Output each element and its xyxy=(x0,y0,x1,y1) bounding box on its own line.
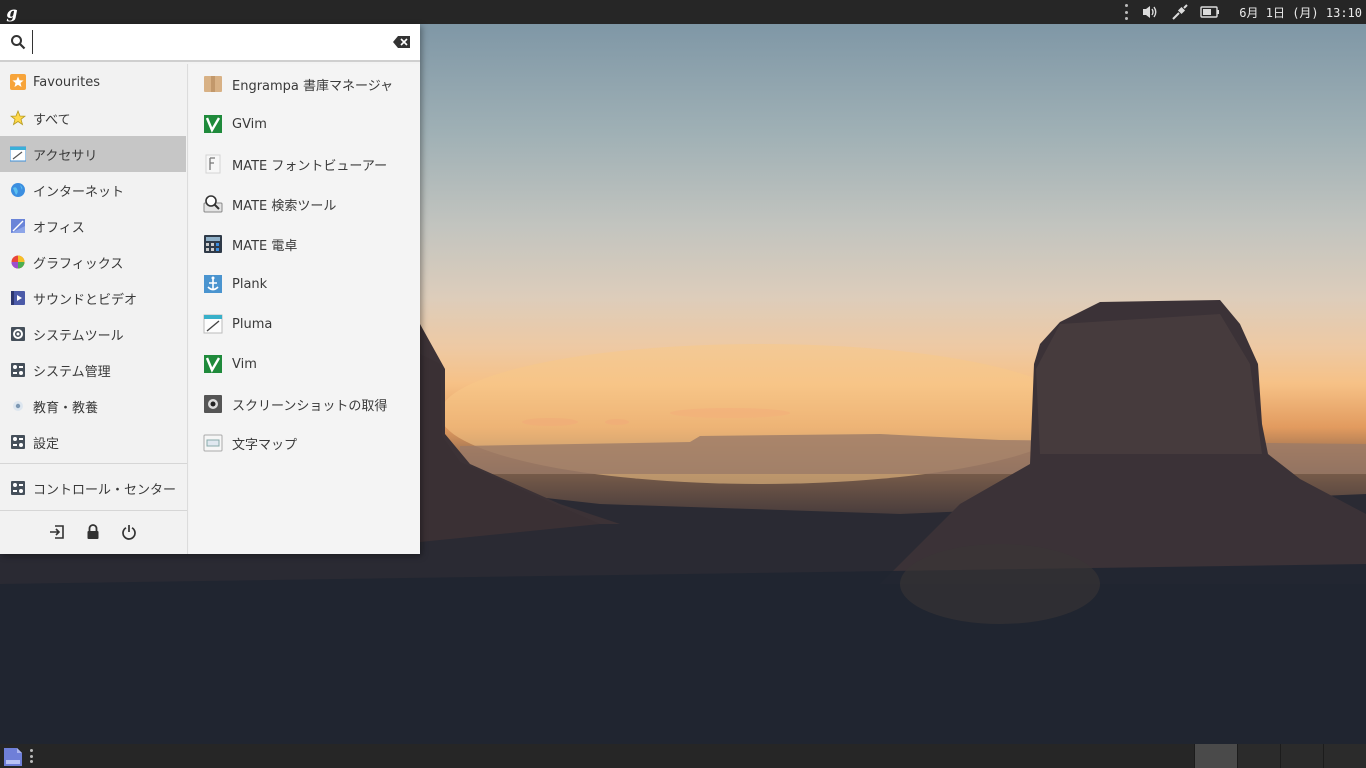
shutdown-button[interactable] xyxy=(119,522,139,542)
app-plank[interactable]: Plank xyxy=(189,264,420,304)
globe-icon xyxy=(11,183,25,197)
app-engrampa[interactable]: Engrampa 書庫マネージャ xyxy=(189,64,420,104)
category-system-tools[interactable]: システムツール xyxy=(0,316,186,352)
application-menu: Favourites すべて アクセサリ インターネット オフィス グラフィック… xyxy=(0,24,420,554)
workspace-2[interactable] xyxy=(1237,744,1280,768)
panel-drag-handle[interactable] xyxy=(1123,4,1129,20)
star-outline-icon xyxy=(10,110,26,126)
system-admin-icon xyxy=(11,363,25,377)
clear-search-icon[interactable] xyxy=(392,34,412,50)
category-internet[interactable]: インターネット xyxy=(0,172,186,208)
category-label: アクセサリ xyxy=(33,148,98,164)
workspace-1[interactable] xyxy=(1194,744,1237,768)
bottom-panel xyxy=(0,744,1366,768)
font-viewer-icon xyxy=(205,154,221,174)
app-font-viewer[interactable]: MATE フォントビューアー xyxy=(189,144,420,184)
category-label: Favourites xyxy=(33,74,100,90)
category-label: グラフィックス xyxy=(33,256,124,272)
show-desktop-icon[interactable] xyxy=(3,747,23,767)
pluma-icon xyxy=(203,314,223,334)
category-graphics[interactable]: グラフィックス xyxy=(0,244,186,280)
battery-icon[interactable] xyxy=(1199,0,1221,24)
category-accessories[interactable]: アクセサリ xyxy=(0,136,186,172)
category-favourites[interactable]: Favourites xyxy=(0,64,186,100)
category-education[interactable]: 教育・教養 xyxy=(0,388,186,424)
category-label: システムツール xyxy=(33,328,124,344)
graphics-icon xyxy=(11,255,25,269)
category-list: Favourites すべて アクセサリ インターネット オフィス グラフィック… xyxy=(0,64,188,554)
panel-clock[interactable]: 6月 1日 (月) 13:10 xyxy=(1239,4,1362,21)
main-menu-button[interactable]: g xyxy=(0,0,24,24)
multimedia-icon xyxy=(11,291,25,305)
system-tray: 6月 1日 (月) 13:10 xyxy=(1123,0,1366,24)
app-label: Vim xyxy=(232,356,257,372)
app-label: スクリーンショットの取得 xyxy=(232,398,388,414)
gvim-icon xyxy=(204,115,222,133)
education-icon xyxy=(13,401,23,411)
category-divider xyxy=(0,463,187,464)
category-multimedia[interactable]: サウンドとビデオ xyxy=(0,280,186,316)
app-gvim[interactable]: GVim xyxy=(189,104,420,144)
logout-button[interactable] xyxy=(47,522,67,542)
app-label: Pluma xyxy=(232,316,273,332)
control-center-item[interactable]: コントロール・センター xyxy=(0,470,186,506)
top-panel: g 6月 1日 (月) 13:10 xyxy=(0,0,1366,24)
settings-icon xyxy=(11,435,25,449)
lock-screen-button[interactable] xyxy=(83,522,103,542)
network-icon[interactable] xyxy=(1169,0,1191,24)
category-all[interactable]: すべて xyxy=(0,100,186,136)
app-character-map[interactable]: 文字マップ xyxy=(189,423,420,463)
control-center-icon xyxy=(11,481,25,495)
search-icon xyxy=(11,35,26,50)
search-input[interactable] xyxy=(32,30,392,54)
app-label: GVim xyxy=(232,116,267,132)
panel-drag-handle[interactable] xyxy=(30,749,34,763)
app-label: MATE 電卓 xyxy=(232,238,298,254)
screenshot-icon xyxy=(204,395,222,413)
star-orange-icon xyxy=(10,74,26,90)
office-icon xyxy=(11,219,25,233)
category-settings[interactable]: 設定 xyxy=(0,424,186,460)
app-label: Engrampa 書庫マネージャ xyxy=(232,78,394,94)
power-icon xyxy=(122,525,136,540)
category-label: インターネット xyxy=(33,184,125,200)
app-label: MATE 検索ツール xyxy=(232,198,337,214)
vim-icon xyxy=(204,355,222,373)
category-label: 設定 xyxy=(33,436,60,452)
archive-manager-icon xyxy=(204,76,222,92)
session-divider xyxy=(0,510,187,511)
application-list: Engrampa 書庫マネージャ GVim MATE フォントビューアー MAT… xyxy=(189,64,420,554)
app-label: MATE フォントビューアー xyxy=(232,158,388,174)
logout-icon xyxy=(50,525,64,539)
lock-icon xyxy=(87,524,99,539)
category-label: オフィス xyxy=(33,220,85,236)
accessories-icon xyxy=(10,146,26,162)
category-system-admin[interactable]: システム管理 xyxy=(0,352,186,388)
app-pluma[interactable]: Pluma xyxy=(189,304,420,344)
category-label: サウンドとビデオ xyxy=(33,292,138,308)
app-calculator[interactable]: MATE 電卓 xyxy=(189,224,420,264)
search-tool-icon xyxy=(203,195,223,213)
category-label: システム管理 xyxy=(33,364,111,380)
system-tools-icon xyxy=(11,327,25,341)
menu-logo-glyph: g xyxy=(6,2,18,22)
category-label: 教育・教養 xyxy=(33,400,99,416)
character-map-icon xyxy=(203,434,223,452)
category-label: すべて xyxy=(33,112,71,128)
app-label: 文字マップ xyxy=(232,437,298,453)
category-office[interactable]: オフィス xyxy=(0,208,186,244)
app-vim[interactable]: Vim xyxy=(189,344,420,384)
volume-icon[interactable] xyxy=(1139,0,1161,24)
workspace-4[interactable] xyxy=(1323,744,1366,768)
search-bar xyxy=(0,24,420,62)
control-center-label: コントロール・センター xyxy=(33,482,177,498)
app-search-tool[interactable]: MATE 検索ツール xyxy=(189,184,420,224)
app-screenshot[interactable]: スクリーンショットの取得 xyxy=(189,384,420,424)
calculator-icon xyxy=(204,235,222,253)
workspace-3[interactable] xyxy=(1280,744,1323,768)
app-label: Plank xyxy=(232,276,268,292)
plank-icon xyxy=(204,275,222,293)
